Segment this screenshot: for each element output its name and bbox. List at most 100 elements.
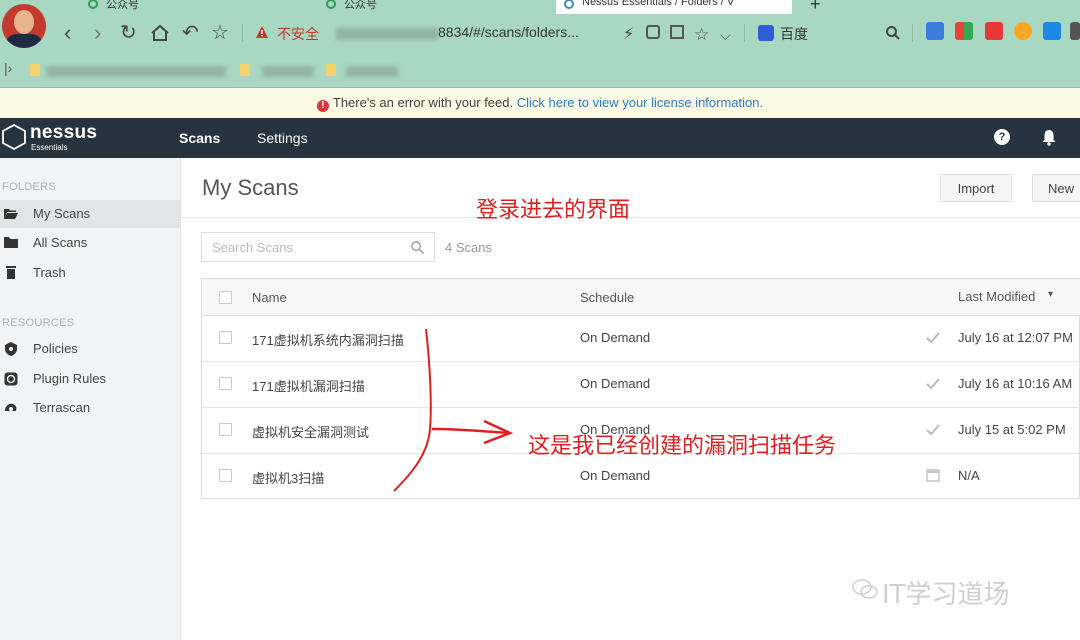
annotation-tasks-note: 这是我已经创建的漏洞扫描任务 bbox=[528, 434, 837, 459]
help-icon[interactable]: ? bbox=[994, 129, 1010, 145]
bookmark-folder-icon[interactable] bbox=[326, 64, 336, 76]
sidebar-item-label: My Scans bbox=[33, 206, 91, 221]
baidu-icon[interactable] bbox=[758, 25, 774, 41]
url-text[interactable]: 8834/#/scans/folders... bbox=[438, 24, 579, 40]
search-placeholder: Search Scans bbox=[212, 240, 293, 255]
tab-label: 公众号 bbox=[106, 0, 139, 11]
sidebar-item-label: Policies bbox=[33, 341, 78, 356]
shield-icon bbox=[5, 342, 17, 356]
folders-heading: FOLDERS bbox=[2, 181, 57, 193]
calendar-icon bbox=[926, 469, 940, 482]
browser-tab[interactable]: 公众号 bbox=[80, 0, 310, 14]
bookmark-redacted bbox=[262, 66, 314, 77]
sidebar-item-label: All Scans bbox=[33, 235, 88, 250]
pdf-icon[interactable] bbox=[985, 22, 1003, 40]
bookmark-folder-icon[interactable] bbox=[30, 64, 40, 76]
qr-code-icon[interactable] bbox=[646, 25, 660, 39]
feed-error-text: There's an error with your feed. bbox=[332, 95, 514, 110]
security-warning[interactable]: 不安全 bbox=[277, 24, 319, 44]
tools-icon[interactable] bbox=[1043, 22, 1061, 40]
import-button[interactable]: Import bbox=[940, 174, 1012, 202]
warning-icon[interactable] bbox=[255, 25, 269, 44]
search-scans-input[interactable]: Search Scans bbox=[201, 232, 435, 262]
scans-table: Name Schedule Last Modified ▾ 171虚拟机系统内漏… bbox=[201, 278, 1080, 499]
table-row[interactable]: 171虚拟机漏洞扫描 On Demand July 16 at 10:16 AM bbox=[202, 361, 1080, 408]
sidebar-item-plugin-rules[interactable]: Plugin Rules bbox=[0, 365, 180, 393]
wechat-icon bbox=[88, 0, 98, 9]
menu-icon[interactable] bbox=[1070, 22, 1080, 40]
avatar[interactable] bbox=[2, 4, 46, 48]
scan-name[interactable]: 虚拟机安全漏洞测试 bbox=[252, 422, 369, 441]
translate-icon[interactable] bbox=[670, 25, 684, 39]
select-all-checkbox[interactable] bbox=[219, 291, 232, 304]
bookmark-star-icon[interactable]: ☆ bbox=[211, 20, 229, 46]
sidebar-item-policies[interactable]: Policies bbox=[0, 335, 180, 363]
apps-grid-icon[interactable] bbox=[955, 22, 973, 40]
row-checkbox[interactable] bbox=[219, 377, 232, 390]
app-header bbox=[0, 118, 1080, 158]
chevron-down-icon[interactable]: ⌵ bbox=[720, 22, 731, 48]
browser-tab[interactable]: 公众号 bbox=[318, 0, 548, 14]
page-title: My Scans bbox=[202, 175, 299, 200]
sidebar-item-trash[interactable]: Trash bbox=[0, 259, 180, 287]
forward-icon[interactable]: › bbox=[94, 20, 101, 46]
bookmark-redacted bbox=[346, 66, 398, 77]
search-icon[interactable] bbox=[410, 240, 425, 255]
home-icon[interactable] bbox=[150, 24, 170, 47]
sidebar-item-all-scans[interactable]: All Scans bbox=[0, 229, 180, 257]
trash-icon bbox=[6, 266, 16, 279]
new-scan-button[interactable]: New bbox=[1032, 174, 1080, 202]
scan-schedule: On Demand bbox=[580, 376, 651, 391]
error-icon: ! bbox=[316, 100, 329, 112]
logo-name[interactable]: nessus bbox=[30, 122, 97, 144]
notifications-bell-icon[interactable] bbox=[1041, 129, 1057, 146]
watermark: IT学习道场 bbox=[882, 580, 1010, 610]
nav-settings[interactable]: Settings bbox=[257, 130, 308, 146]
search-engine-label[interactable]: 百度 bbox=[780, 24, 808, 44]
bookmarks-chevron-icon[interactable]: |› bbox=[4, 60, 12, 76]
row-checkbox[interactable] bbox=[219, 423, 232, 436]
search-icon[interactable] bbox=[885, 25, 901, 46]
refresh-icon[interactable]: ↻ bbox=[120, 20, 137, 46]
favorite-icon[interactable]: ☆ bbox=[694, 22, 709, 48]
scan-last-modified: July 16 at 10:16 AM bbox=[958, 376, 1073, 391]
resources-heading: RESOURCES bbox=[2, 317, 75, 329]
nessus-logo-icon[interactable] bbox=[2, 124, 26, 150]
license-info-link[interactable]: Click here to view your license informat… bbox=[517, 95, 763, 110]
row-checkbox[interactable] bbox=[219, 331, 232, 344]
scan-name[interactable]: 虚拟机3扫描 bbox=[252, 468, 324, 487]
extension-icon[interactable] bbox=[926, 22, 944, 40]
nav-scans[interactable]: Scans bbox=[179, 130, 220, 146]
sidebar-item-terrascan[interactable]: Terrascan bbox=[0, 394, 180, 422]
annotation-login-note: 登录进去的界面 bbox=[476, 198, 631, 223]
scan-schedule: On Demand bbox=[580, 330, 651, 345]
row-checkbox[interactable] bbox=[219, 469, 232, 482]
scan-last-modified: N/A bbox=[958, 468, 980, 483]
sidebar-item-my-scans[interactable]: My Scans bbox=[0, 200, 180, 228]
column-header-last-modified[interactable]: Last Modified bbox=[958, 289, 1035, 304]
nessus-tab-icon bbox=[564, 0, 574, 9]
sort-desc-icon[interactable]: ▾ bbox=[1048, 289, 1053, 300]
feed-error-banner: ! There's an error with your feed. Click … bbox=[0, 88, 1080, 118]
checkmark-icon bbox=[926, 378, 940, 390]
scan-count: 4 Scans bbox=[445, 240, 492, 255]
checkmark-icon bbox=[926, 332, 940, 344]
logo-edition: Essentials bbox=[31, 143, 68, 152]
browser-tab-active[interactable]: Nessus Essentials / Folders / V bbox=[556, 0, 792, 14]
column-header-schedule[interactable]: Schedule bbox=[580, 290, 634, 305]
back-icon[interactable]: ‹ bbox=[64, 20, 71, 46]
scan-name[interactable]: 171虚拟机漏洞扫描 bbox=[252, 376, 365, 395]
folder-icon bbox=[4, 237, 18, 248]
moon-icon[interactable] bbox=[1014, 22, 1032, 40]
annotation-brace-arrow bbox=[393, 328, 514, 492]
undo-icon[interactable]: ↶ bbox=[182, 20, 199, 46]
bookmark-folder-icon[interactable] bbox=[240, 64, 250, 76]
sidebar-item-label: Trash bbox=[33, 265, 66, 280]
lightning-icon[interactable]: ⚡ bbox=[623, 24, 634, 44]
terrascan-icon bbox=[5, 403, 17, 411]
table-row[interactable]: 171虚拟机系统内漏洞扫描 On Demand July 16 at 12:07… bbox=[202, 315, 1080, 362]
column-header-name[interactable]: Name bbox=[252, 290, 287, 305]
new-tab-icon[interactable]: + bbox=[810, 0, 821, 14]
url-redacted bbox=[336, 28, 438, 40]
sidebar-item-label: Terrascan bbox=[33, 400, 91, 415]
